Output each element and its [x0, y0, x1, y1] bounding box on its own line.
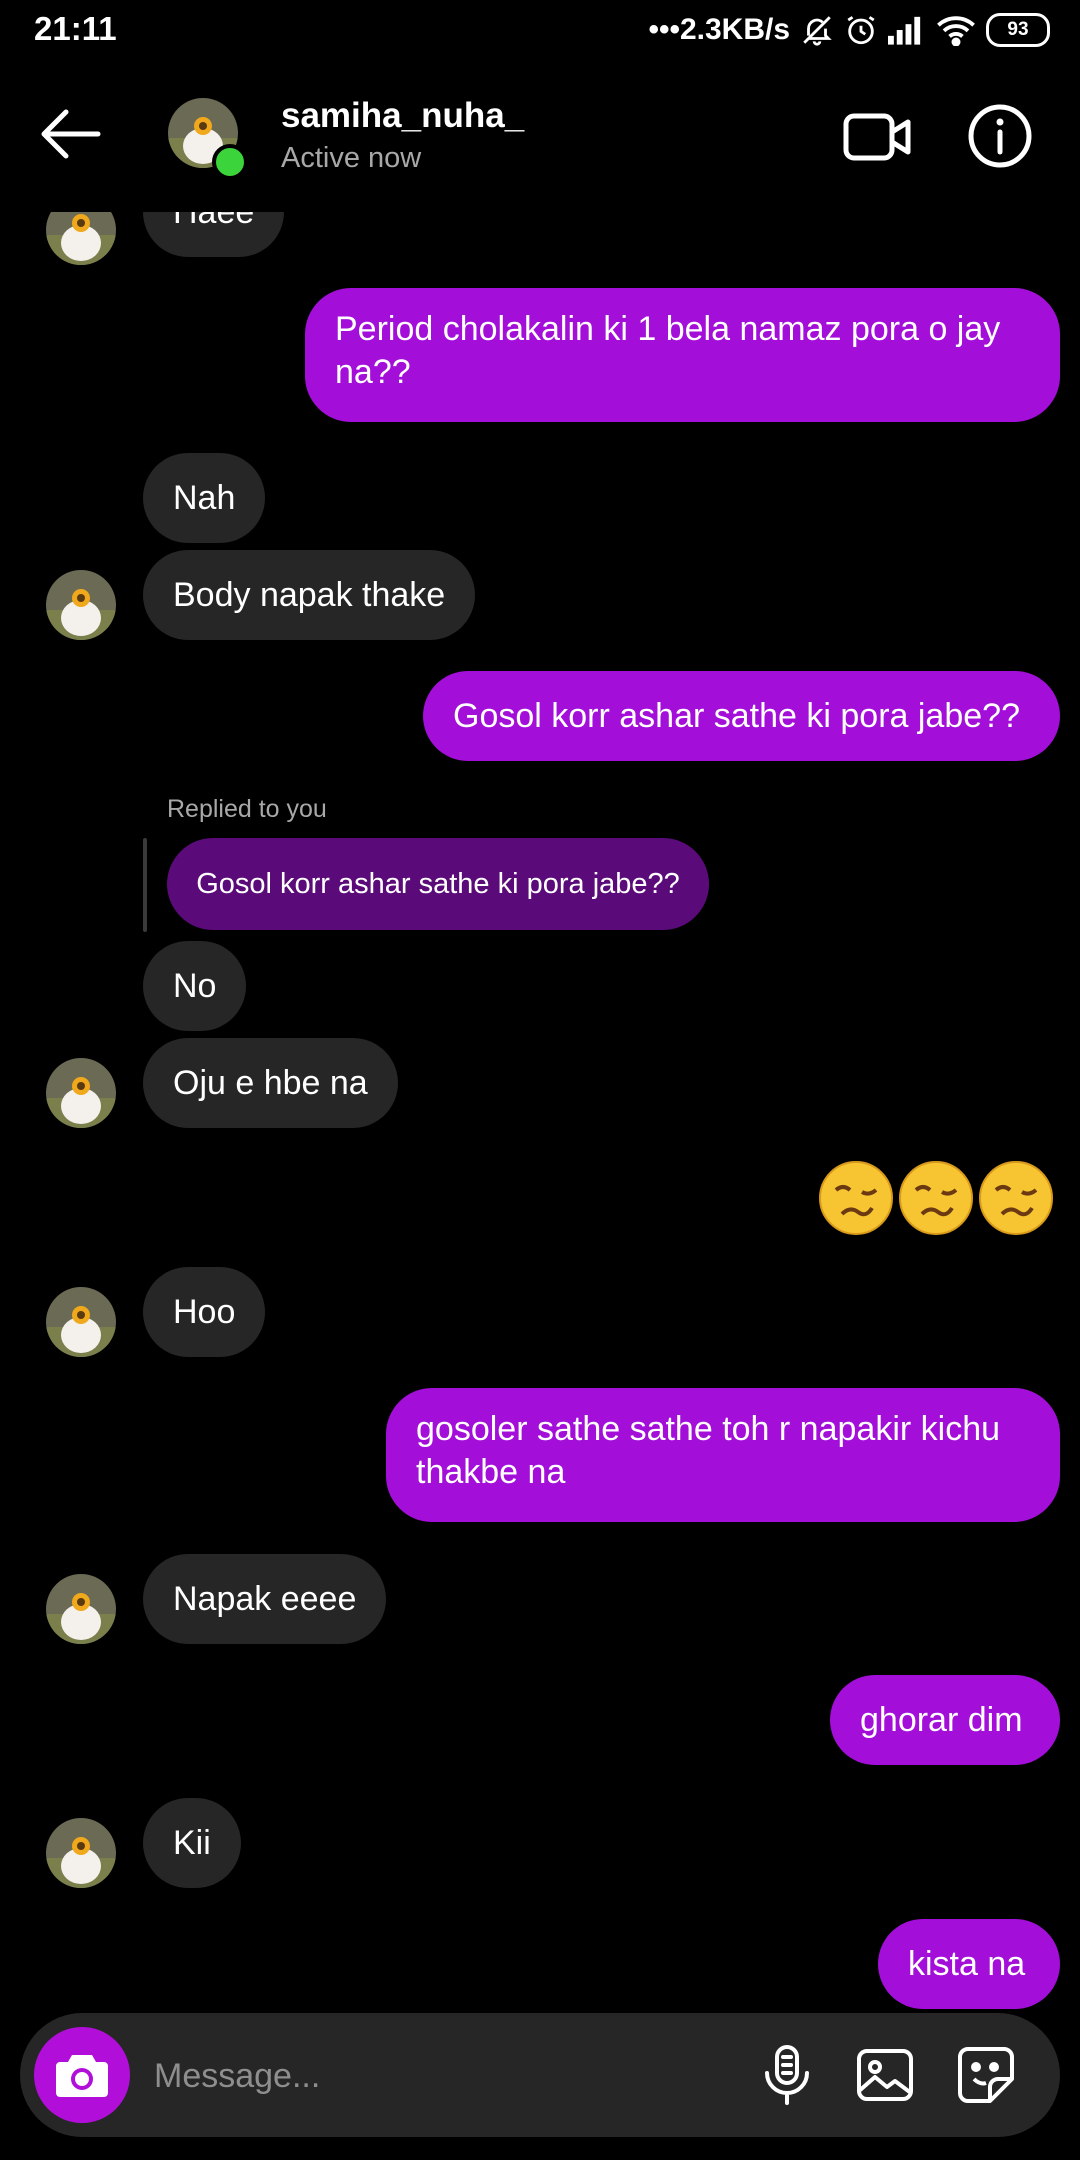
back-arrow-icon[interactable]: [36, 104, 106, 164]
message-bubble-outgoing[interactable]: gosoler sathe sathe toh r napakir kichu …: [386, 1388, 1060, 1522]
message-text: ghorar dim: [860, 1700, 1023, 1739]
message-text: Napak eeee: [173, 1579, 357, 1618]
message-text: Oju e hbe na: [173, 1063, 368, 1102]
message-text: Kii: [173, 1823, 211, 1862]
message-text: Body napak thake: [173, 575, 446, 614]
message-text: Gosol korr ashar sathe ki pora jabe??: [453, 696, 1020, 735]
contact-activity-status: Active now: [281, 142, 422, 174]
message-text: gosoler sathe sathe toh r napakir kichu …: [416, 1410, 1001, 1491]
message-list[interactable]: Haee Period cholakalin ki 1 bela namaz p…: [0, 0, 1080, 2010]
emoji-message[interactable]: [818, 1160, 1054, 1236]
message-text: kista na: [908, 1944, 1026, 1983]
message-bubble-incoming[interactable]: Napak eeee: [143, 1554, 387, 1644]
contact-username[interactable]: samiha_nuha_: [281, 96, 524, 136]
contact-avatar[interactable]: [46, 570, 116, 640]
contact-avatar[interactable]: [46, 1574, 116, 1644]
message-text: No: [173, 966, 217, 1005]
video-call-icon[interactable]: [842, 102, 914, 170]
message-bubble-outgoing[interactable]: Period cholakalin ki 1 bela namaz pora o…: [305, 288, 1060, 422]
message-composer: [20, 2013, 1060, 2137]
message-bubble-incoming[interactable]: Kii: [143, 1798, 241, 1888]
contact-avatar[interactable]: [46, 1058, 116, 1128]
camera-icon: [56, 2055, 108, 2097]
camera-button[interactable]: [34, 2027, 130, 2123]
message-bubble-incoming[interactable]: Oju e hbe na: [143, 1038, 398, 1128]
message-bubble-incoming[interactable]: Hoo: [143, 1267, 266, 1357]
chat-header: samiha_nuha_ Active now: [0, 62, 1080, 212]
quoted-message[interactable]: Gosol korr ashar sathe ki pora jabe??: [167, 838, 709, 930]
contact-avatar[interactable]: [46, 1818, 116, 1888]
sticker-icon[interactable]: [954, 2043, 1018, 2107]
message-bubble-incoming[interactable]: Body napak thake: [143, 550, 476, 640]
microphone-icon[interactable]: [755, 2043, 819, 2107]
message-text: Period cholakalin ki 1 bela namaz pora o…: [335, 310, 1001, 391]
woozy-face-icon: [899, 1161, 973, 1235]
reply-indicator-line: [143, 838, 147, 932]
message-bubble-incoming[interactable]: No: [143, 941, 247, 1031]
contact-avatar[interactable]: [46, 1287, 116, 1357]
quoted-text: Gosol korr ashar sathe ki pora jabe??: [196, 867, 680, 900]
message-bubble-outgoing[interactable]: Gosol korr ashar sathe ki pora jabe??: [423, 671, 1060, 761]
message-bubble-outgoing[interactable]: kista na: [878, 1919, 1060, 2009]
message-text: Hoo: [173, 1292, 236, 1331]
message-input[interactable]: [152, 2043, 716, 2109]
woozy-face-icon: [979, 1161, 1053, 1235]
message-text: Nah: [173, 478, 236, 517]
message-bubble-incoming[interactable]: Nah: [143, 453, 266, 543]
online-status-dot: [212, 144, 248, 180]
reply-label: Replied to you: [167, 795, 327, 823]
woozy-face-icon: [819, 1161, 893, 1235]
gallery-icon[interactable]: [853, 2043, 917, 2107]
info-icon[interactable]: [966, 102, 1034, 170]
message-bubble-outgoing[interactable]: ghorar dim: [830, 1675, 1060, 1765]
